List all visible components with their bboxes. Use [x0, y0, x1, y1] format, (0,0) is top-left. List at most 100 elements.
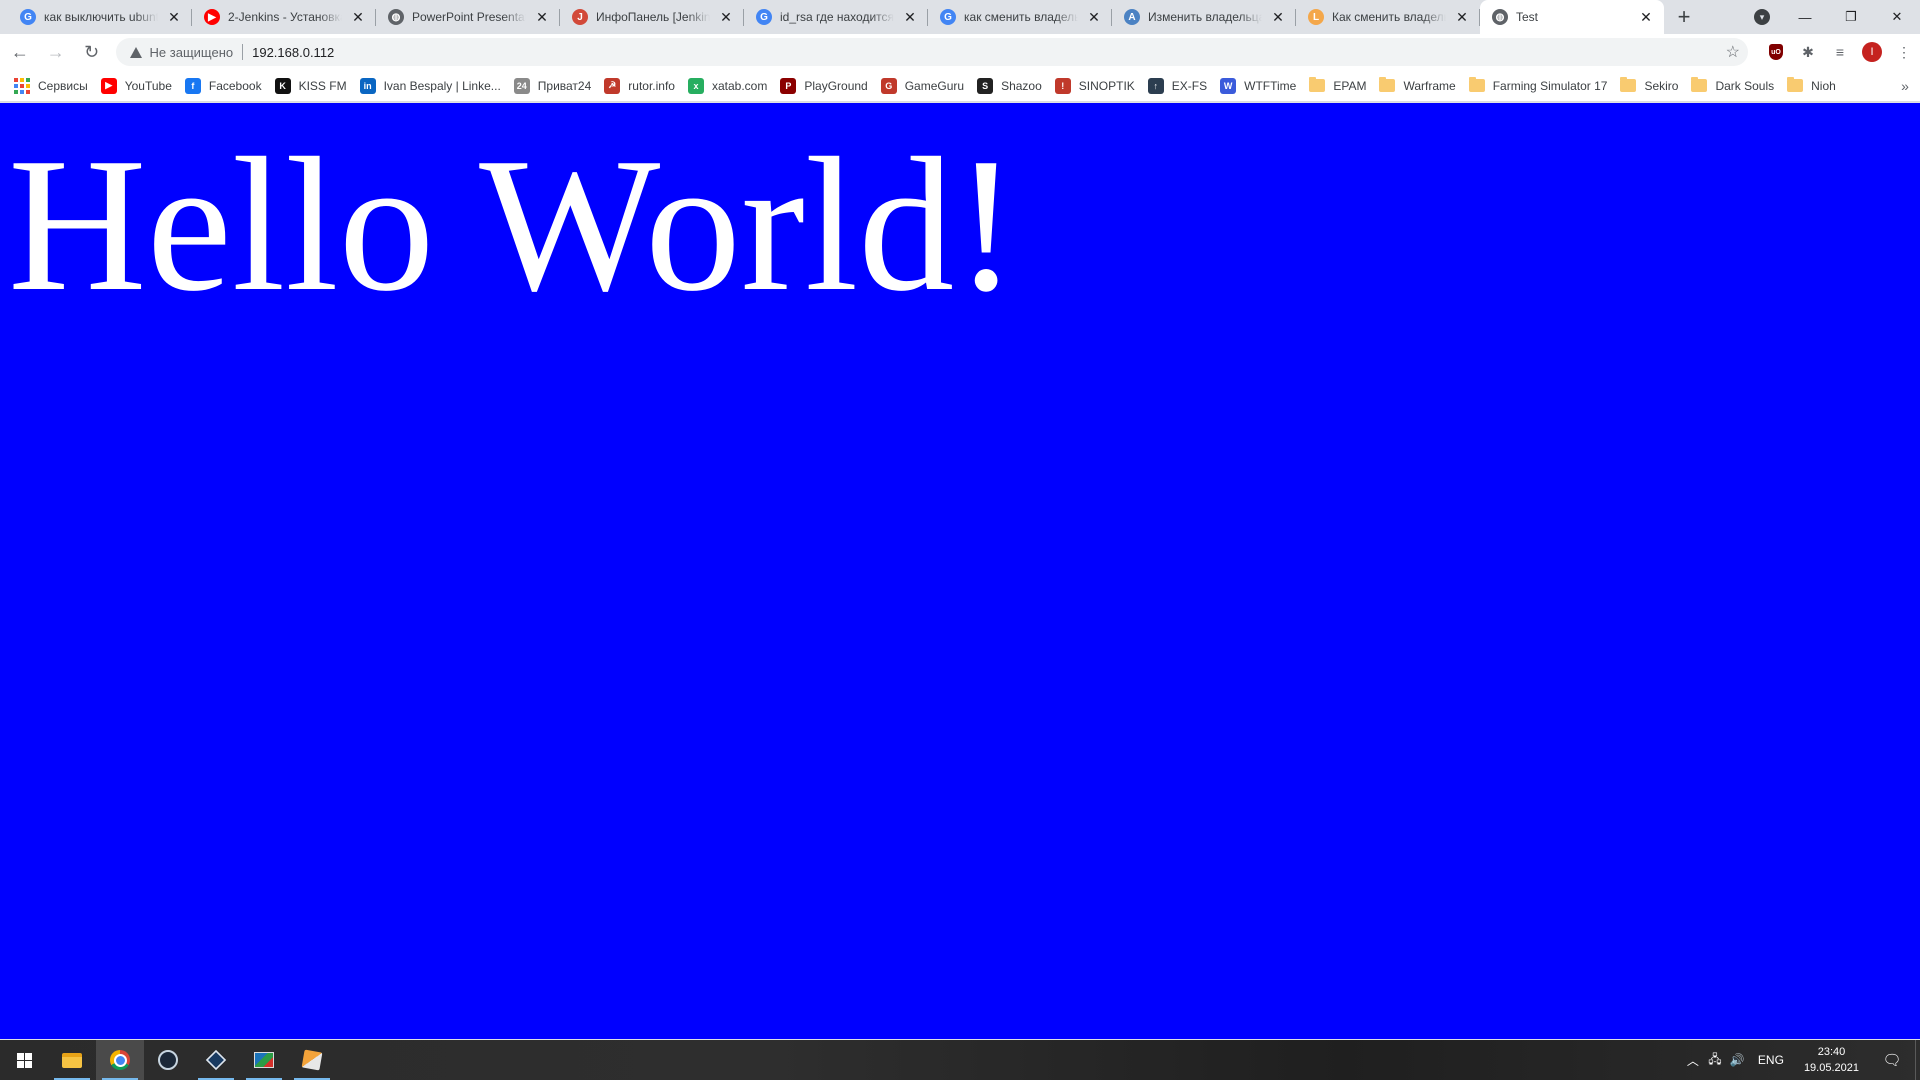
bookmark-item[interactable]: G GameGuru [875, 73, 970, 99]
ublock-extension-button[interactable]: uO [1760, 36, 1792, 68]
bookmark-item[interactable]: Nioh [1781, 73, 1842, 99]
bookmark-label: PlayGround [804, 78, 868, 93]
media-button[interactable]: ≡ [1824, 36, 1856, 68]
bookmark-item[interactable]: Sekiro [1614, 73, 1684, 99]
bookmark-item[interactable]: EPAM [1303, 73, 1372, 99]
taskbar-file-explorer[interactable] [48, 1040, 96, 1080]
bookmark-item[interactable]: f Facebook [179, 73, 268, 99]
tab-title: ИнфоПанель [Jenkins] [596, 10, 710, 24]
browser-tab[interactable]: ◍ PowerPoint Presentation ✕ [376, 0, 560, 34]
askubuntu-icon: A [1124, 9, 1140, 25]
bookmarks-overflow-button[interactable]: » [1890, 78, 1920, 94]
close-icon[interactable]: ✕ [166, 9, 182, 25]
clock-date: 19.05.2021 [1803, 1062, 1859, 1074]
language-indicator[interactable]: ENG [1748, 1053, 1794, 1067]
bookmark-item[interactable]: K KISS FM [269, 73, 353, 99]
forward-button[interactable]: → [40, 36, 72, 68]
bookmark-item[interactable]: S Shazoo [971, 73, 1048, 99]
bookmark-item[interactable]: ▶ YouTube [95, 73, 178, 99]
security-label[interactable]: Не защищено [150, 45, 234, 60]
bookmark-item[interactable]: ! SINOPTIK [1049, 73, 1141, 99]
bookmark-item[interactable]: Warframe [1373, 73, 1461, 99]
taskbar-image-viewer[interactable] [240, 1040, 288, 1080]
browser-tab[interactable]: J ИнфоПанель [Jenkins] ✕ [560, 0, 744, 34]
start-button[interactable] [0, 1040, 48, 1080]
bookmark-item[interactable]: Dark Souls [1685, 73, 1780, 99]
back-button[interactable]: ← [4, 36, 36, 68]
warning-icon[interactable] [129, 46, 142, 58]
tab-title: 2-Jenkins - Установка [228, 10, 342, 24]
bookmark-label: rutor.info [628, 78, 675, 93]
bookmark-item[interactable]: W WTFTime [1214, 73, 1302, 99]
browser-tab[interactable]: ◍ Test ✕ [1480, 0, 1664, 34]
taskbar-steam[interactable] [144, 1040, 192, 1080]
close-window-button[interactable]: ✕ [1874, 0, 1920, 34]
close-icon[interactable]: ✕ [350, 9, 366, 25]
close-icon[interactable]: ✕ [902, 9, 918, 25]
new-tab-button[interactable]: + [1670, 3, 1698, 31]
network-icon[interactable]: 🖧 [1704, 1050, 1726, 1071]
bookmark-label: Facebook [208, 78, 262, 93]
bookmark-item[interactable]: in Ivan Bespaly | Linke... [354, 73, 507, 99]
extensions-button[interactable]: ✱ [1792, 36, 1824, 68]
google-icon: G [756, 9, 772, 25]
tab-title: PowerPoint Presentation [412, 10, 526, 24]
bookmark-label: EPAM [1333, 78, 1367, 93]
bookmark-item[interactable]: Farming Simulator 17 [1463, 73, 1614, 99]
chevron-up-icon[interactable]: ︿ [1682, 1052, 1704, 1069]
close-icon[interactable]: ✕ [718, 9, 734, 25]
bookmark-label: EX-FS [1171, 78, 1208, 93]
bookmark-item[interactable]: Сервисы [8, 73, 94, 99]
browser-tab[interactable]: A Изменить владельца ✕ [1112, 0, 1296, 34]
google-icon: G [940, 9, 956, 25]
show-desktop-button[interactable] [1915, 1040, 1920, 1080]
page-content: Hello World! [0, 103, 1920, 1039]
folder-icon [1691, 77, 1708, 92]
volume-icon[interactable]: 🔊 [1726, 1053, 1748, 1067]
tab-title: id_rsa где находится - [780, 10, 894, 24]
bookmark-label: Sekiro [1644, 78, 1679, 93]
youtube-icon: ▶ [204, 9, 220, 25]
bookmark-label: Shazoo [1001, 78, 1042, 93]
star-icon[interactable]: ☆ [1726, 42, 1740, 62]
system-tray: ︿ 🖧 🔊 ENG 23:40 19.05.2021 🗨 [1682, 1040, 1920, 1080]
minimize-button[interactable]: — [1782, 0, 1828, 34]
close-icon[interactable]: ✕ [1086, 9, 1102, 25]
close-icon[interactable]: ✕ [1638, 9, 1654, 25]
notification-icon[interactable]: 🗨 [1869, 1051, 1915, 1069]
bookmark-item[interactable]: ☭ rutor.info [598, 73, 681, 99]
bookmark-label: GameGuru [904, 78, 965, 93]
page-heading: Hello World! [8, 118, 1019, 331]
avatar: I [1861, 42, 1882, 62]
browser-tab[interactable]: Gкак выключить ubuntu ✕ [8, 0, 192, 34]
url-text[interactable]: 192.168.0.112 [252, 45, 334, 60]
windows-taskbar: ︿ 🖧 🔊 ENG 23:40 19.05.2021 🗨 [0, 1040, 1920, 1080]
bookmark-item[interactable]: P PlayGround [774, 73, 873, 99]
taskbar-tool-app[interactable] [288, 1040, 336, 1080]
taskbar-chrome[interactable] [96, 1040, 144, 1080]
close-icon[interactable]: ✕ [1454, 9, 1470, 25]
profile-button[interactable]: I [1856, 36, 1888, 68]
toolbar-extensions: uO ✱ ≡ I ⋮ [1760, 36, 1920, 68]
menu-button[interactable]: ⋮ [1888, 36, 1920, 68]
close-icon[interactable]: ✕ [1270, 9, 1286, 25]
bookmark-label: Farming Simulator 17 [1492, 78, 1608, 93]
browser-tab[interactable]: Gкак сменить владельца ✕ [928, 0, 1112, 34]
restore-button[interactable]: ❐ [1828, 0, 1874, 34]
reload-button[interactable]: ↻ [76, 36, 108, 68]
linkedin-icon: in [359, 77, 376, 94]
address-bar[interactable]: Не защищено 192.168.0.112 ☆ [115, 38, 1748, 66]
close-icon[interactable]: ✕ [534, 9, 550, 25]
browser-tab[interactable]: ▶ 2-Jenkins - Установка ✕ [192, 0, 376, 34]
taskbar-virtualbox[interactable] [192, 1040, 240, 1080]
bookmark-item[interactable]: 24 Приват24 [508, 73, 598, 99]
browser-tab[interactable]: L Как сменить владельца ✕ [1296, 0, 1480, 34]
bookmark-item[interactable]: x xatab.com [682, 73, 773, 99]
clock[interactable]: 23:40 19.05.2021 [1794, 1044, 1869, 1076]
playground-icon: P [780, 77, 797, 94]
window-controls: ▾ — ❐ ✕ [1742, 0, 1920, 34]
tab-search-button[interactable]: ▾ [1742, 0, 1782, 34]
folder-icon [1620, 77, 1637, 92]
bookmark-item[interactable]: ↑ EX-FS [1142, 73, 1213, 99]
browser-tab[interactable]: Gid_rsa где находится - ✕ [744, 0, 928, 34]
